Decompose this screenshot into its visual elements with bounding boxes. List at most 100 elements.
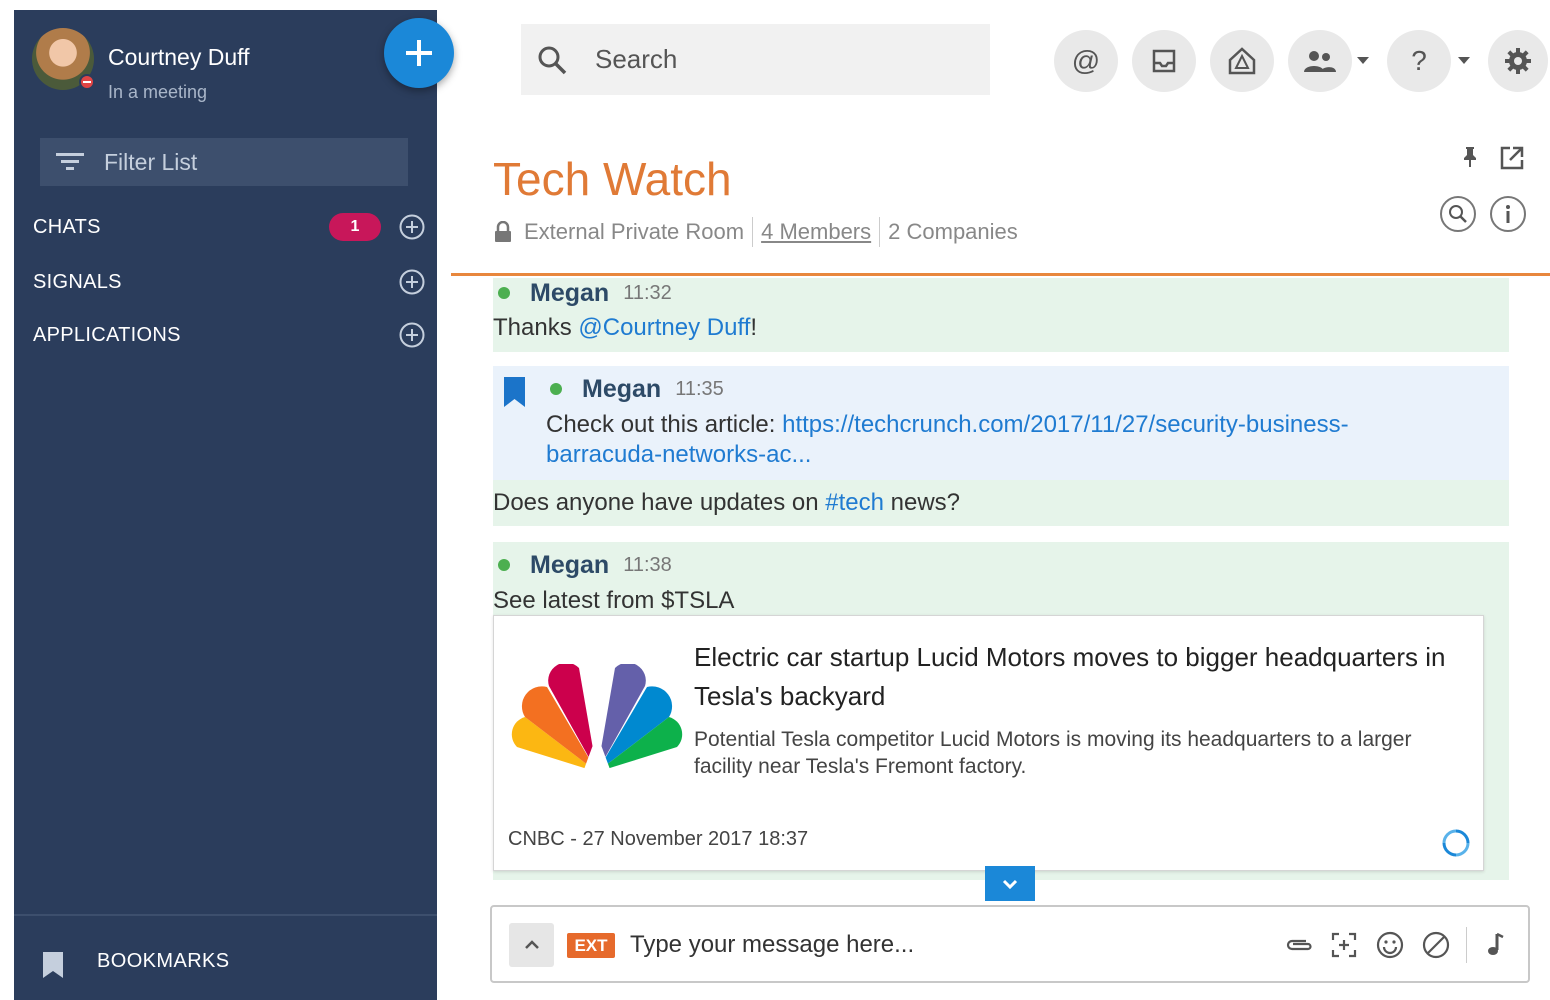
unread-badge: 1 — [329, 213, 381, 241]
message-text: Check out this article: https://techcrun… — [546, 411, 1349, 439]
sidebar-section-signals[interactable]: SIGNALS — [33, 265, 425, 299]
gear-icon — [1505, 48, 1531, 74]
external-badge: EXT — [567, 933, 615, 958]
chevron-up-icon — [524, 940, 539, 949]
article-link[interactable]: https://techcrunch.com/2017/11/27/securi… — [782, 411, 1349, 438]
search-bar[interactable]: Search — [521, 24, 990, 95]
inbox-icon — [1152, 49, 1176, 73]
screenshot-icon — [1331, 932, 1357, 958]
help-button[interactable]: ? — [1387, 30, 1451, 92]
message-text: Thanks @Courtney Duff! — [493, 314, 757, 342]
message-header: Megan 11:32 — [498, 278, 672, 308]
online-status-icon — [498, 559, 510, 571]
message-composer: EXT — [490, 905, 1530, 983]
divider — [752, 217, 754, 247]
message-author[interactable]: Megan — [582, 375, 661, 404]
room-info-button[interactable] — [1490, 196, 1526, 232]
popout-icon — [1500, 146, 1524, 170]
block-button[interactable] — [1420, 929, 1452, 961]
sidebar-section-applications[interactable]: APPLICATIONS — [33, 318, 425, 352]
pin-icon — [1464, 147, 1476, 167]
mentions-button[interactable]: @ — [1054, 30, 1118, 92]
popout-button[interactable] — [1498, 144, 1526, 172]
divider — [1466, 927, 1467, 963]
help-icon: ? — [1411, 45, 1427, 76]
message-input[interactable] — [630, 925, 1250, 965]
message-item-bookmarked[interactable]: Megan 11:35 Check out this article: http… — [493, 366, 1509, 480]
user-status: In a meeting — [108, 82, 208, 102]
message-author[interactable]: Megan — [530, 551, 609, 580]
create-button[interactable] — [384, 18, 454, 88]
divider — [879, 217, 881, 247]
news-source-logo-icon — [511, 664, 683, 772]
online-status-icon — [498, 287, 510, 299]
header-divider — [451, 273, 1550, 276]
sidebar: Courtney Duff In a meeting Filter List C… — [14, 10, 437, 1000]
search-placeholder: Search — [595, 44, 678, 74]
refresh-icon[interactable] — [1441, 828, 1471, 858]
add-application-icon[interactable] — [399, 322, 425, 348]
emoji-button[interactable] — [1374, 929, 1406, 961]
bookmark-icon — [43, 952, 63, 978]
message-time: 11:38 — [623, 553, 672, 576]
pin-button[interactable] — [1458, 144, 1482, 170]
hashtag-link[interactable]: #tech — [825, 489, 884, 516]
lock-icon — [495, 221, 511, 242]
user-mention-link[interactable]: @Courtney Duff — [578, 314, 750, 341]
message-item[interactable]: Megan 11:32 Thanks @Courtney Duff! — [493, 278, 1509, 352]
filter-icon — [56, 153, 84, 170]
filter-list-button[interactable]: Filter List — [40, 138, 408, 186]
message-author[interactable]: Megan — [530, 279, 609, 308]
scroll-to-bottom-button[interactable] — [985, 866, 1035, 901]
article-link-continued[interactable]: barracuda-networks-ac... — [546, 441, 811, 469]
emoji-icon — [1376, 931, 1404, 959]
room-search-button[interactable] — [1440, 196, 1476, 232]
message-text-part: Check out this article: — [546, 411, 783, 438]
bookmarks-footer[interactable]: BOOKMARKS — [14, 914, 437, 1000]
screenshot-button[interactable] — [1328, 929, 1360, 961]
room-privacy: External Private Room — [524, 219, 745, 244]
message-time: 11:32 — [623, 281, 672, 304]
room-companies: 2 Companies — [888, 219, 1018, 244]
section-label: SIGNALS — [33, 270, 122, 293]
block-icon — [1422, 931, 1450, 959]
plus-icon — [406, 40, 432, 66]
inbox-button[interactable] — [1132, 30, 1196, 92]
search-icon — [1449, 205, 1467, 223]
help-chevron-down-icon[interactable] — [1458, 57, 1470, 64]
news-card-title[interactable]: Electric car startup Lucid Motors moves … — [694, 638, 1464, 716]
bookmark-icon[interactable] — [502, 376, 527, 408]
status-busy-icon — [79, 74, 95, 90]
audio-button[interactable] — [1480, 929, 1512, 961]
people-chevron-down-icon[interactable] — [1357, 57, 1369, 64]
user-profile[interactable]: Courtney Duff In a meeting — [32, 28, 392, 102]
settings-button[interactable] — [1488, 30, 1548, 92]
message-text-part: Thanks — [493, 314, 579, 341]
add-signal-icon[interactable] — [399, 269, 425, 295]
message-header: Megan 11:38 — [498, 550, 672, 580]
message-text: See latest from $TSLA — [493, 587, 735, 614]
news-card[interactable]: Electric car startup Lucid Motors moves … — [493, 615, 1484, 871]
section-label: CHATS — [33, 215, 101, 238]
people-icon — [1304, 51, 1336, 72]
expand-composer-button[interactable] — [509, 923, 554, 967]
news-card-description: Potential Tesla competitor Lucid Motors … — [694, 728, 1412, 778]
message-header: Megan 11:35 — [550, 374, 724, 404]
audio-icon — [1488, 932, 1504, 955]
home-icon — [1228, 47, 1256, 75]
app-window: Courtney Duff In a meeting Filter List C… — [0, 0, 1550, 1000]
sidebar-section-chats[interactable]: CHATS 1 — [33, 210, 425, 244]
people-menu-button[interactable] — [1288, 30, 1352, 92]
info-icon — [1506, 205, 1510, 223]
attach-button[interactable] — [1282, 929, 1314, 961]
directory-button[interactable] — [1210, 30, 1274, 92]
room-title: Tech Watch — [493, 153, 732, 205]
message-time: 11:35 — [675, 377, 724, 400]
news-card-source: CNBC - 27 November 2017 18:37 — [508, 828, 809, 850]
add-chat-icon[interactable] — [399, 214, 425, 240]
online-status-icon — [550, 383, 562, 395]
room-members-link[interactable]: 4 Members — [761, 219, 871, 245]
message-text-part: ! — [750, 314, 758, 341]
message-item[interactable]: Does anyone have updates on #tech news? — [493, 480, 1509, 526]
bookmarks-label: BOOKMARKS — [97, 950, 230, 972]
